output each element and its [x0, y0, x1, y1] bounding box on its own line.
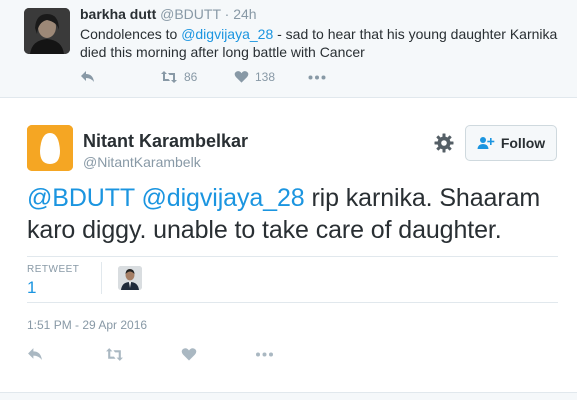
parent-text-before: Condolences to [80, 26, 182, 42]
parent-time[interactable]: 24h [233, 6, 256, 22]
follow-button[interactable]: Follow [465, 125, 557, 161]
parent-reply-button[interactable] [80, 70, 96, 84]
heart-icon [181, 348, 197, 361]
bottom-strip [0, 392, 577, 400]
egg-avatar-icon [27, 125, 73, 171]
main-tweet-text: @BDUTT @digvijaya_28 rip karnika. Shaara… [27, 182, 567, 246]
main-avatar[interactable] [27, 125, 73, 171]
main-mention-digvijaya[interactable]: @digvijaya_28 [142, 184, 305, 212]
heart-icon [234, 71, 249, 83]
reply-icon [28, 348, 42, 360]
parent-tweet: barkha dutt @BDUTT · 24h Condolences to … [0, 0, 577, 98]
retweet-icon [161, 71, 177, 83]
more-icon [256, 352, 273, 357]
main-reply-button[interactable] [27, 347, 44, 362]
main-retweet-button[interactable] [105, 347, 124, 362]
parent-avatar[interactable] [24, 8, 70, 54]
main-tweet: Nitant Karambelkar @NitantKarambelk Foll… [0, 98, 577, 400]
stats-top-divider [27, 256, 558, 257]
parent-retweet-count: 86 [184, 70, 198, 84]
parent-retweet-button[interactable]: 86 [160, 70, 197, 84]
reply-icon [81, 71, 94, 82]
gear-icon[interactable] [434, 133, 454, 153]
retweet-stat-count[interactable]: 1 [27, 278, 36, 298]
tweet-timestamp[interactable]: 1:51 PM - 29 Apr 2016 [27, 318, 147, 332]
main-more-button[interactable] [255, 352, 274, 357]
parent-like-count: 138 [255, 70, 276, 84]
retweet-icon [106, 348, 123, 361]
add-user-icon [477, 137, 495, 149]
parent-handle[interactable]: @BDUTT [160, 6, 221, 22]
more-icon [308, 75, 326, 80]
retweeter-avatar[interactable] [118, 266, 142, 290]
main-mention-bdutt[interactable]: @BDUTT [27, 184, 135, 212]
parent-tweet-text: Condolences to @digvijaya_28 - sad to he… [80, 25, 560, 61]
main-display-name[interactable]: Nitant Karambelkar [83, 131, 248, 152]
parent-header: barkha dutt @BDUTT · 24h [80, 6, 257, 22]
parent-more-button[interactable] [308, 75, 326, 80]
retweet-stat-label: RETWEET [27, 264, 80, 275]
stats-bottom-divider [27, 302, 558, 303]
parent-display-name[interactable]: barkha dutt [80, 6, 156, 22]
main-like-button[interactable] [181, 347, 197, 362]
stats-separator [101, 262, 102, 294]
parent-mention-link[interactable]: @digvijaya_28 [181, 26, 273, 42]
parent-like-button[interactable]: 138 [234, 70, 275, 84]
main-handle[interactable]: @NitantKarambelk [83, 154, 201, 170]
follow-label: Follow [500, 135, 546, 151]
